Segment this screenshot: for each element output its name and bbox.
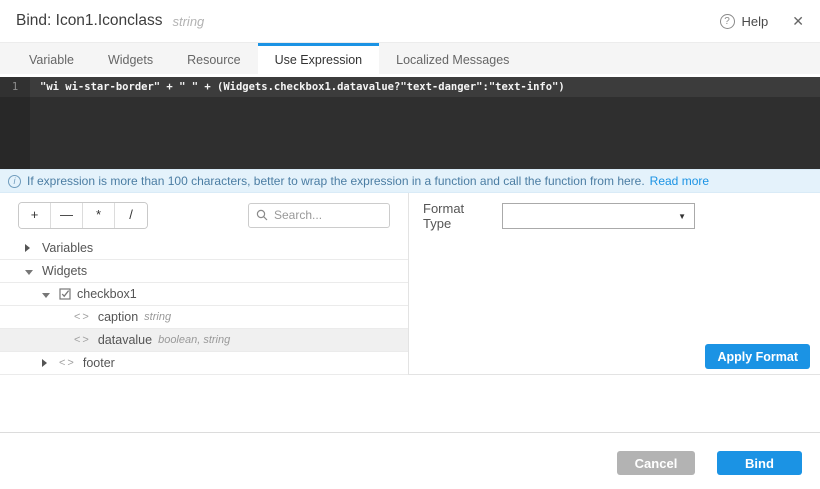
help-label: Help	[742, 14, 769, 29]
operator-plus-button[interactable]: +	[19, 203, 51, 228]
chevron-right-icon[interactable]	[25, 241, 35, 255]
tree-item-caption[interactable]: <> caption string	[0, 306, 408, 329]
format-panel: Format Type ▼ Apply Format	[409, 193, 820, 374]
editor-active-line[interactable]: 1 "wi wi-star-border" + " " + (Widgets.c…	[0, 77, 820, 97]
content-area: + — * / Variables	[0, 193, 820, 375]
property-type-hint: string	[172, 14, 204, 29]
line-number: 1	[0, 77, 30, 97]
property-icon: <>	[74, 311, 91, 323]
expression-editor[interactable]: 1 "wi wi-star-border" + " " + (Widgets.c…	[0, 77, 820, 169]
search-input[interactable]	[274, 208, 382, 222]
search-icon	[256, 209, 268, 221]
chevron-right-icon[interactable]	[42, 356, 52, 370]
checkbox-widget-icon	[59, 288, 71, 300]
footer-divider	[0, 432, 820, 433]
tree-item-label: footer	[83, 356, 115, 370]
tree-item-type: string	[144, 311, 171, 323]
dialog-footer: Cancel Bind	[0, 375, 820, 489]
help-button[interactable]: ? Help	[720, 14, 769, 29]
apply-format-button[interactable]: Apply Format	[705, 344, 810, 369]
dropdown-arrow-icon: ▼	[678, 212, 686, 221]
bind-button[interactable]: Bind	[717, 451, 802, 475]
expression-code: "wi wi-star-border" + " " + (Widgets.che…	[30, 81, 565, 93]
page-title: Bind: Icon1.Iconclass	[16, 12, 162, 30]
tree-item-label: datavalue	[98, 333, 152, 347]
info-icon: i	[8, 175, 21, 188]
tree-item-label: Variables	[42, 241, 93, 255]
tree-item-label: Widgets	[42, 264, 87, 278]
binding-tree: Variables Widgets checkbox1	[0, 237, 408, 375]
operator-multiply-button[interactable]: *	[83, 203, 115, 228]
tree-item-label: checkbox1	[77, 287, 137, 301]
bind-dialog: Bind: Icon1.Iconclass string ? Help ✕ Va…	[0, 0, 820, 489]
format-type-select[interactable]: ▼	[502, 203, 695, 229]
expression-builder-panel: + — * / Variables	[0, 193, 409, 374]
tab-use-expression[interactable]: Use Expression	[258, 43, 380, 74]
tree-item-variables[interactable]: Variables	[0, 237, 408, 260]
chevron-down-icon[interactable]	[42, 287, 52, 301]
search-box	[248, 203, 390, 228]
expression-info-bar: i If expression is more than 100 charact…	[0, 169, 820, 193]
tab-variable[interactable]: Variable	[12, 43, 91, 74]
tab-bar: Variable Widgets Resource Use Expression…	[0, 43, 820, 74]
property-icon: <>	[59, 357, 76, 369]
builder-toolbar: + — * /	[0, 193, 408, 237]
cancel-button[interactable]: Cancel	[617, 451, 695, 475]
operator-divide-button[interactable]: /	[115, 203, 147, 228]
read-more-link[interactable]: Read more	[650, 174, 709, 188]
tab-localized-messages[interactable]: Localized Messages	[379, 43, 526, 74]
tree-item-type: boolean, string	[158, 334, 230, 346]
help-icon: ?	[720, 14, 735, 29]
operator-group: + — * /	[18, 202, 148, 229]
tree-item-label: caption	[98, 310, 138, 324]
close-icon[interactable]: ✕	[792, 13, 804, 30]
tab-widgets[interactable]: Widgets	[91, 43, 170, 74]
operator-minus-button[interactable]: —	[51, 203, 83, 228]
chevron-down-icon[interactable]	[25, 264, 35, 278]
tree-item-widgets[interactable]: Widgets	[0, 260, 408, 283]
format-type-label: Format Type	[423, 201, 488, 231]
tree-item-datavalue[interactable]: <> datavalue boolean, string	[0, 329, 408, 352]
tree-item-footer[interactable]: <> footer	[0, 352, 408, 375]
info-message: If expression is more than 100 character…	[27, 174, 645, 188]
dialog-header: Bind: Icon1.Iconclass string ? Help ✕	[0, 0, 820, 43]
property-icon: <>	[74, 334, 91, 346]
tree-item-checkbox1[interactable]: checkbox1	[0, 283, 408, 306]
tab-resource[interactable]: Resource	[170, 43, 258, 74]
